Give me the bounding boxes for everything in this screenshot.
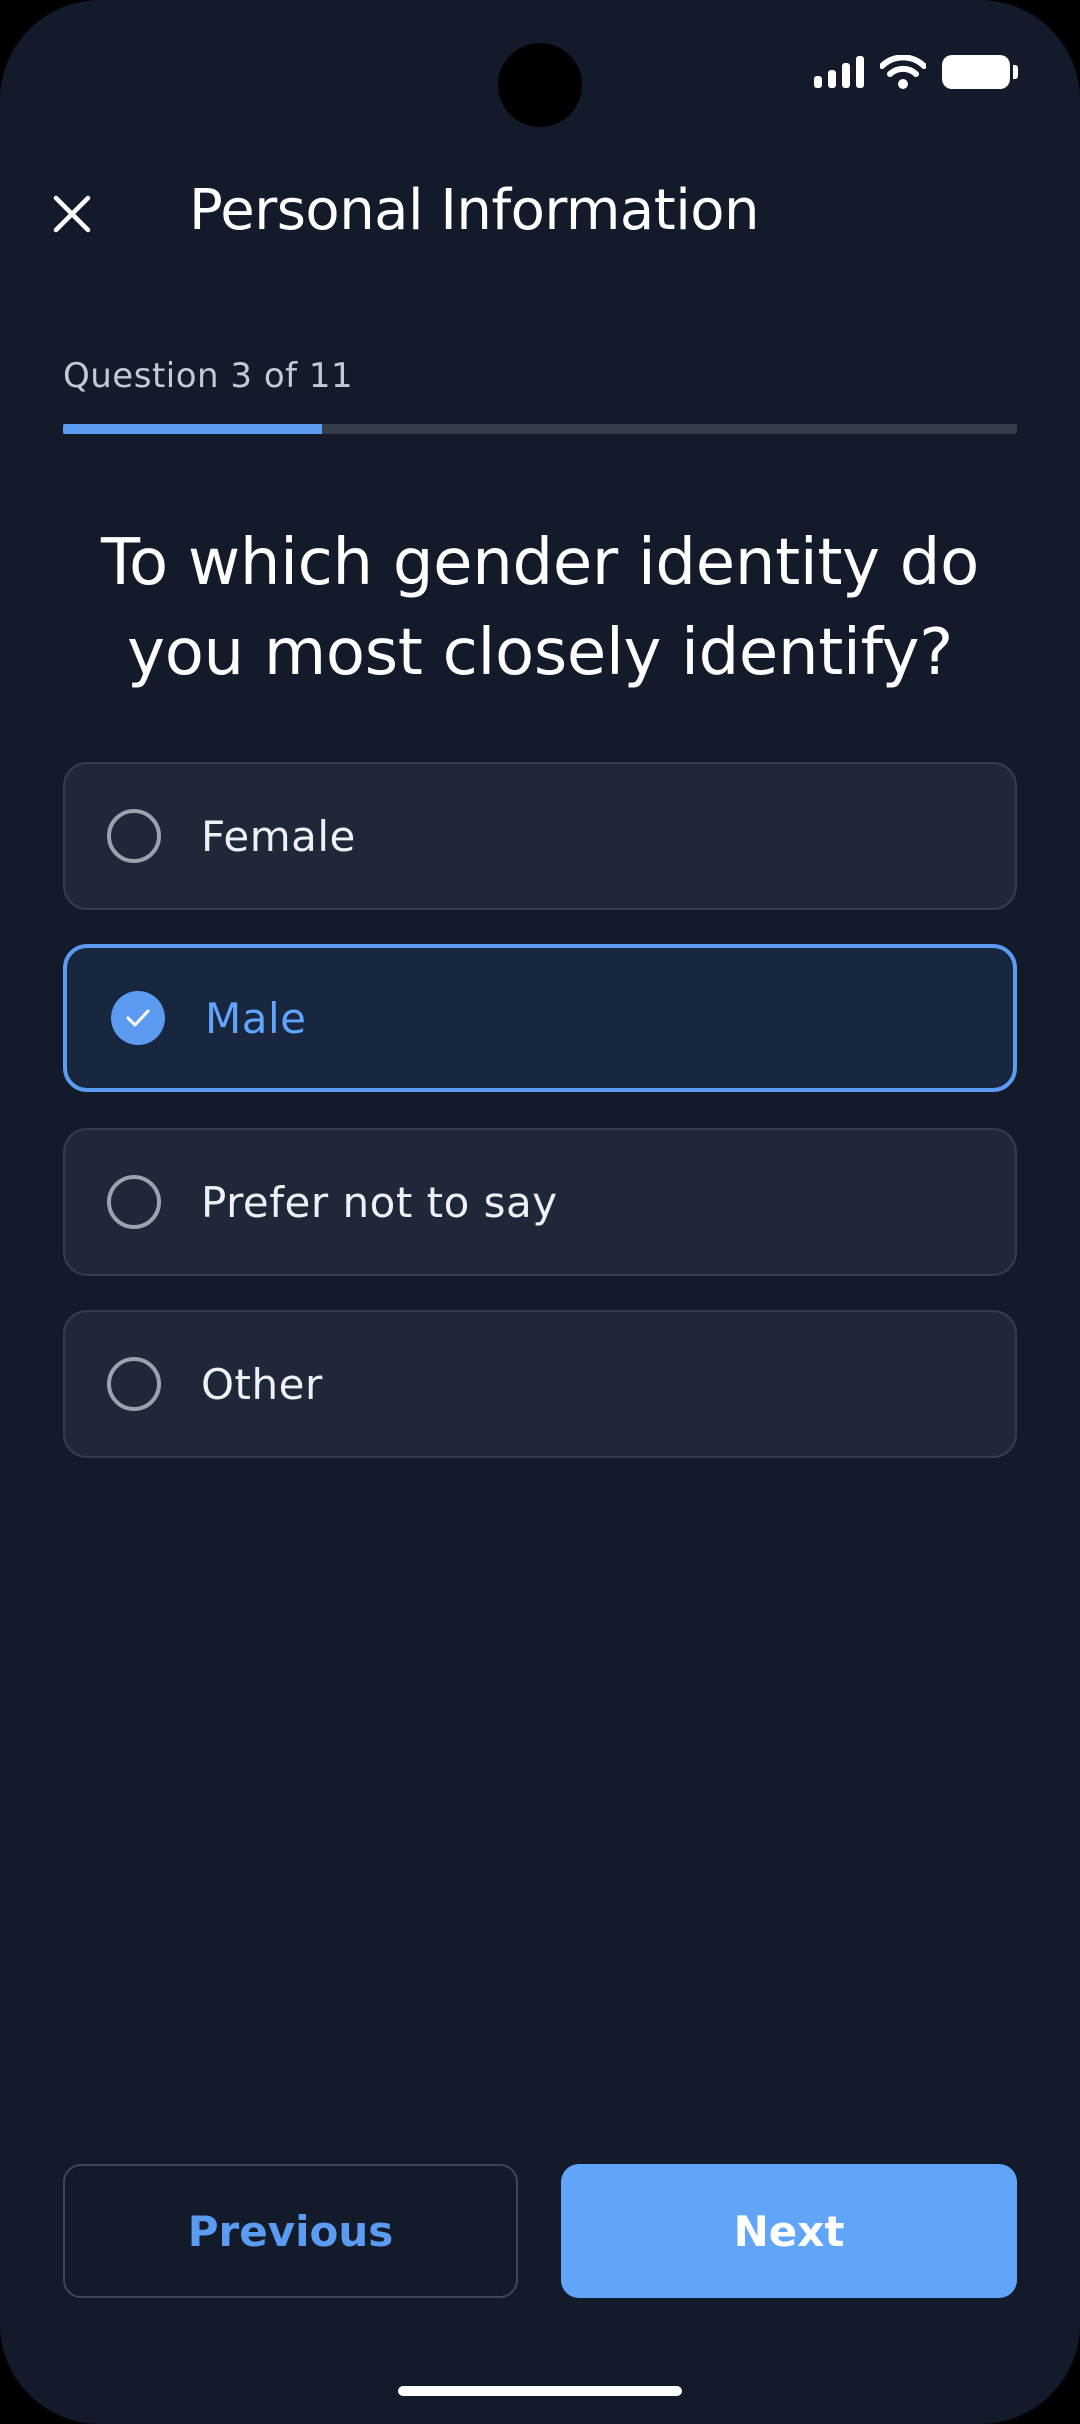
option-female[interactable]: Female bbox=[63, 762, 1017, 910]
option-label: Other bbox=[201, 1359, 323, 1409]
option-label: Female bbox=[201, 811, 356, 861]
home-indicator[interactable] bbox=[398, 2386, 682, 2396]
radio-checked-icon bbox=[111, 991, 165, 1045]
option-male[interactable]: Male bbox=[63, 944, 1017, 1092]
option-other[interactable]: Other bbox=[63, 1310, 1017, 1458]
radio-unchecked-icon bbox=[107, 809, 161, 863]
option-label: Prefer not to say bbox=[201, 1177, 558, 1227]
progress-fill bbox=[63, 424, 323, 434]
option-prefer-not-to-say[interactable]: Prefer not to say bbox=[63, 1128, 1017, 1276]
previous-button[interactable]: Previous bbox=[63, 2164, 518, 2298]
progress-label: Question 3 of 11 bbox=[63, 356, 354, 396]
close-button[interactable] bbox=[44, 186, 100, 242]
checkmark-icon bbox=[126, 1009, 150, 1027]
signal-icon bbox=[814, 56, 864, 88]
option-label: Male bbox=[205, 993, 307, 1043]
next-button[interactable]: Next bbox=[561, 2164, 1017, 2298]
phone-screen: Personal Information Question 3 of 11 To… bbox=[0, 0, 1080, 2424]
wifi-icon bbox=[880, 55, 926, 89]
question-text: To which gender identity do you most clo… bbox=[101, 526, 979, 690]
front-camera bbox=[498, 43, 582, 127]
radio-unchecked-icon bbox=[107, 1175, 161, 1229]
status-bar bbox=[814, 52, 1018, 92]
page-title: Personal Information bbox=[189, 178, 760, 243]
radio-unchecked-icon bbox=[107, 1357, 161, 1411]
close-icon bbox=[53, 195, 91, 233]
battery-icon bbox=[942, 55, 1018, 89]
progress-bar bbox=[63, 424, 1017, 434]
